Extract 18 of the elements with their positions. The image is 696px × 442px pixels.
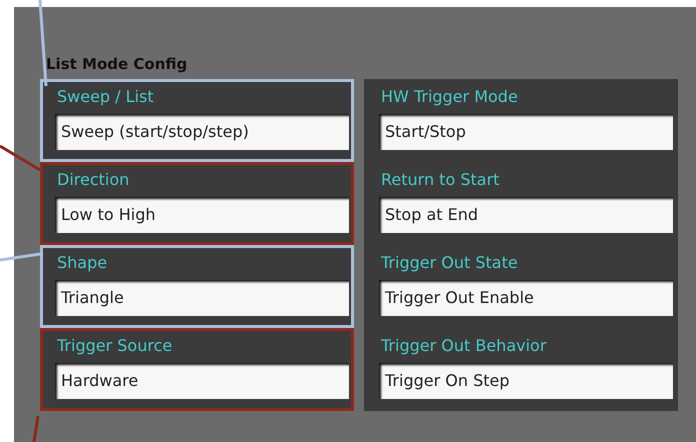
field-label: HW Trigger Mode	[380, 86, 519, 108]
value-field[interactable]: Hardware	[55, 363, 349, 399]
value-field[interactable]: Triangle	[55, 280, 349, 316]
leader-line	[32, 416, 40, 442]
value-field[interactable]: Stop at End	[379, 197, 673, 233]
field-label: Trigger Out State	[380, 252, 519, 274]
value-field[interactable]: Trigger Out Enable	[379, 280, 673, 316]
field-label: Sweep / List	[56, 86, 155, 108]
field-label: Direction	[56, 169, 130, 191]
panel-title: List Mode Config	[46, 55, 188, 73]
field-label: Trigger Source	[56, 335, 174, 357]
value-field[interactable]: Start/Stop	[379, 114, 673, 150]
field-label: Return to Start	[380, 169, 500, 191]
value-field[interactable]: Low to High	[55, 197, 349, 233]
value-field[interactable]: Sweep (start/stop/step)	[55, 114, 349, 150]
value-field[interactable]: Trigger On Step	[379, 363, 673, 399]
field-label: Trigger Out Behavior	[380, 335, 548, 357]
field-label: Shape	[56, 252, 108, 274]
